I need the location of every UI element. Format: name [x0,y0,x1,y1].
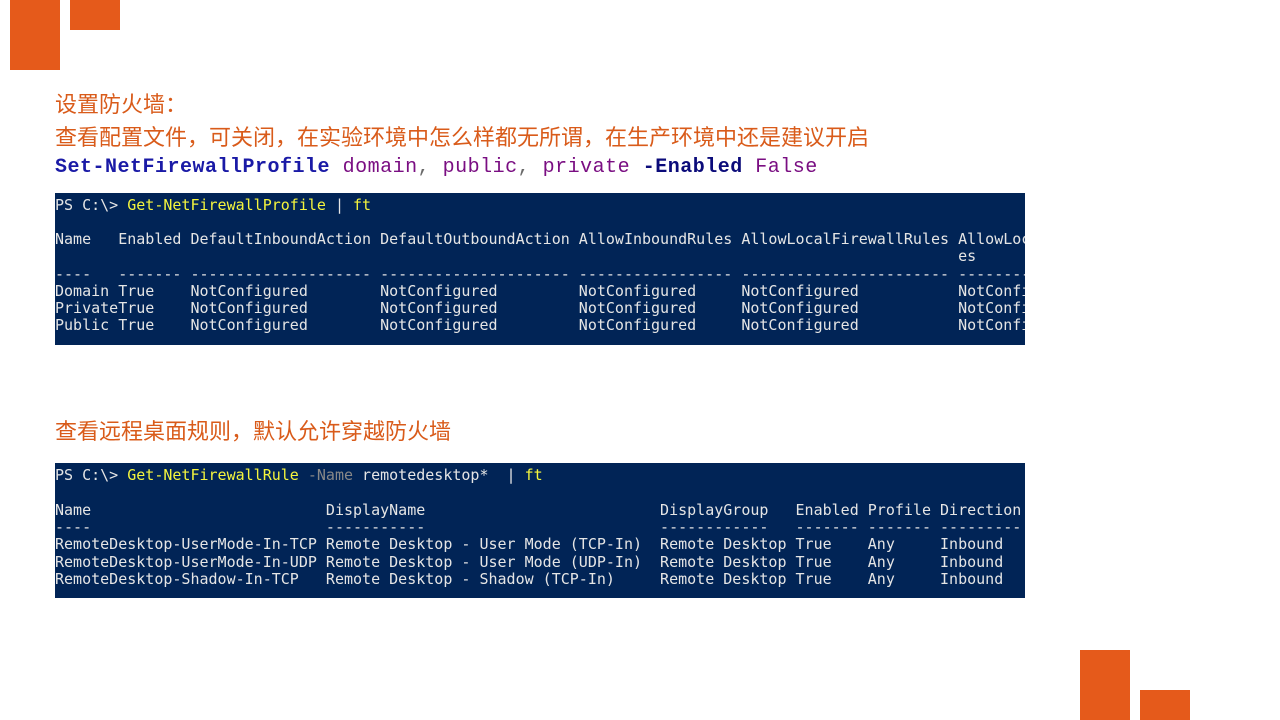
heading-firewall-note: 查看配置文件，可关闭，在实验环境中怎么样都无所谓，在生产环境中还是建议开启 [55,123,1225,154]
heading-firewall-setup: 设置防火墙： [55,90,1225,121]
terminal-output-firewall-profile: PS C:\> Get-NetFirewallProfile | ft Name… [55,193,1025,345]
powershell-command-set-profile: Set-NetFirewallProfile domain, public, p… [55,156,1225,179]
terminal-output-firewall-rule: PS C:\> Get-NetFirewallRule -Name remote… [55,463,1025,598]
heading-rdp-rules: 查看远程桌面规则，默认允许穿越防火墙 [55,417,1225,448]
